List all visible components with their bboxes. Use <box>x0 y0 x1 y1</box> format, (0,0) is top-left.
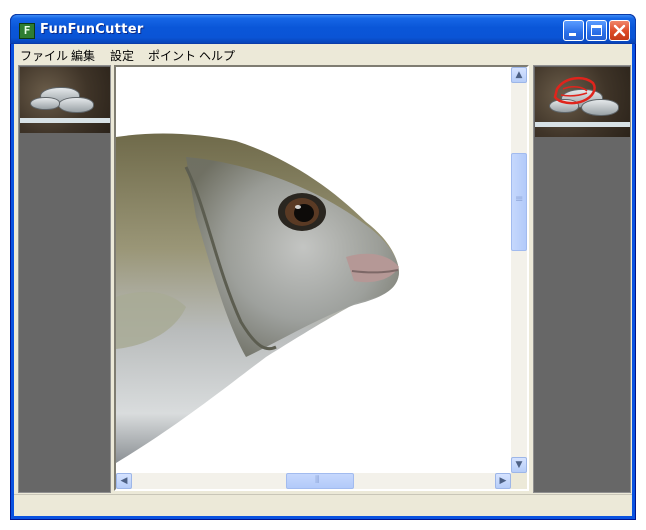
cutout-fish-image <box>116 133 399 463</box>
menu-help[interactable]: ヘルプ <box>199 47 235 64</box>
scrollbar-corner <box>511 473 527 489</box>
minimize-button[interactable] <box>563 20 584 41</box>
thumbnail-fish <box>58 97 94 113</box>
menu-edit[interactable]: 編集 <box>71 47 95 64</box>
thumbnail-stripe <box>535 122 630 127</box>
scroll-right-button[interactable]: ▶ <box>495 473 511 489</box>
scroll-left-button[interactable]: ◀ <box>116 473 132 489</box>
client-area: ▲ ≡ ▼ ◀ ⦀ ▶ <box>14 64 632 516</box>
app-icon[interactable]: F <box>19 23 35 39</box>
menu-point[interactable]: ポイント <box>148 47 196 64</box>
menu-settings[interactable]: 設定 <box>110 47 134 64</box>
image-view: ▲ ≡ ▼ ◀ ⦀ ▶ <box>114 65 529 491</box>
grip-icon: ⦀ <box>315 475 320 486</box>
grip-icon: ≡ <box>515 194 524 205</box>
scroll-down-button[interactable]: ▼ <box>511 457 527 473</box>
thumbnail-stripe <box>20 118 110 123</box>
right-thumbnail-panel <box>533 65 631 493</box>
maximize-icon <box>591 25 602 36</box>
menu-file[interactable]: ファイル <box>20 47 68 64</box>
thumbnail-fish <box>30 97 60 110</box>
vertical-scroll-thumb[interactable]: ≡ <box>511 153 527 251</box>
app-window: F FunFunCutter ファイル 編集 設定 ポイント ヘルプ ▲ ≡ ▼… <box>10 14 636 520</box>
left-thumbnail[interactable] <box>20 67 110 133</box>
left-thumbnail-panel <box>18 65 111 493</box>
title-bar[interactable]: F FunFunCutter <box>10 14 636 44</box>
menu-bar: ファイル 編集 設定 ポイント ヘルプ <box>14 44 632 64</box>
minimize-icon <box>569 33 576 36</box>
image-canvas[interactable] <box>116 67 511 473</box>
vertical-scrollbar[interactable]: ▲ ≡ ▼ <box>511 67 527 473</box>
maximize-button[interactable] <box>586 20 607 41</box>
horizontal-scroll-thumb[interactable]: ⦀ <box>286 473 354 489</box>
status-bar <box>14 494 632 516</box>
right-thumbnail[interactable] <box>535 67 630 137</box>
close-icon <box>613 24 626 37</box>
close-button[interactable] <box>609 20 630 41</box>
window-title: FunFunCutter <box>40 22 144 37</box>
horizontal-scrollbar[interactable]: ◀ ⦀ ▶ <box>116 473 511 489</box>
scroll-up-button[interactable]: ▲ <box>511 67 527 83</box>
